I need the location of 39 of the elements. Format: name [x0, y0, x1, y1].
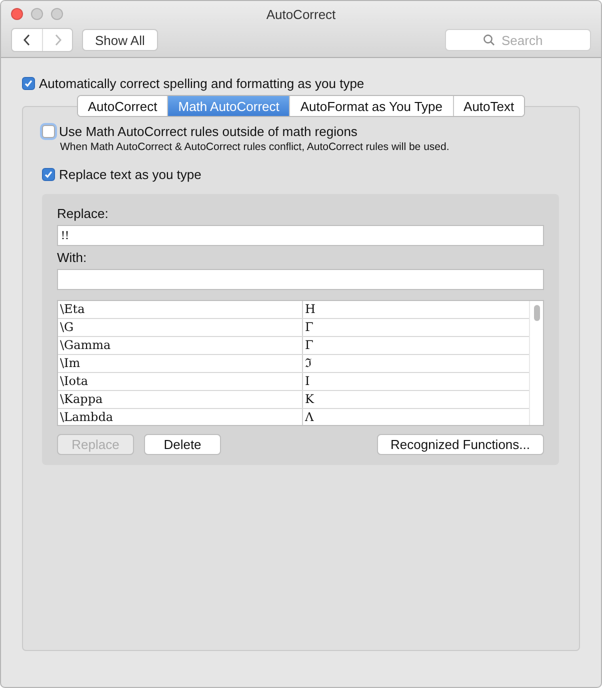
- tab[interactable]: AutoText: [452, 96, 524, 116]
- checkbox[interactable]: [22, 77, 35, 90]
- window-title: AutoCorrect: [266, 6, 336, 22]
- table-cell: Γ: [302, 337, 529, 354]
- action-button[interactable]: Delete: [144, 434, 221, 455]
- zoom-icon[interactable]: [51, 8, 63, 20]
- table-cell-text: \Im: [59, 355, 82, 372]
- search-icon: [482, 34, 494, 46]
- checkbox-label: Use Math AutoCorrect rules outside of math regions: [59, 124, 358, 139]
- table-cell-text: \Eta: [59, 301, 86, 318]
- checkbox[interactable]: [42, 125, 55, 138]
- chevron-right-icon: [54, 34, 62, 46]
- checkbox-label: Replace text as you type: [59, 167, 202, 182]
- checkbox[interactable]: [42, 168, 55, 181]
- field-label: With:: [57, 250, 88, 265]
- table-cell-text: \Gamma: [59, 337, 112, 354]
- search-input[interactable]: Search: [500, 32, 554, 48]
- chevron-left-icon: [23, 34, 31, 46]
- table-cell-text: \Kappa: [59, 391, 104, 408]
- table-cell-text: \Iota: [59, 373, 89, 390]
- table-cell: ℑ: [302, 355, 529, 372]
- scrollbar-thumb[interactable]: [534, 305, 540, 321]
- replace-field[interactable]: !!: [57, 225, 544, 246]
- table-cell-text: \Lambda: [59, 409, 114, 425]
- table-cell: Η: [302, 301, 529, 318]
- table-cell: Κ: [302, 391, 529, 408]
- table-cell-text: \G: [59, 319, 75, 336]
- table-cell: Λ: [302, 409, 529, 425]
- with-field[interactable]: [57, 269, 544, 290]
- note-text: When Math AutoCorrect & AutoCorrect rules conflict, AutoCorrect rules will be used.: [60, 141, 450, 153]
- table-cell: Γ: [302, 319, 529, 336]
- table-cell: Ι: [302, 373, 529, 390]
- field-label: Replace:: [57, 206, 110, 221]
- checkbox-label: Automatically correct spelling and formatting as you type: [39, 76, 364, 91]
- show-all-button[interactable]: Show All: [82, 29, 158, 51]
- minimize-icon[interactable]: [31, 8, 43, 20]
- search-field[interactable]: Search: [445, 29, 591, 51]
- close-icon[interactable]: [11, 8, 23, 20]
- action-button[interactable]: Recognized Functions...: [376, 434, 544, 455]
